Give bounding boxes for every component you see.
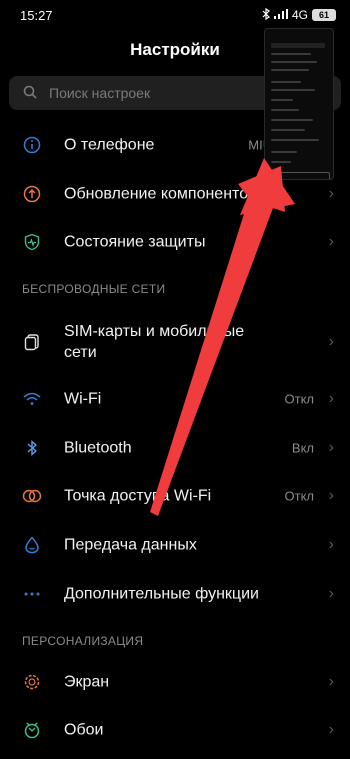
bluetooth-icon xyxy=(22,438,42,458)
wallpaper-icon xyxy=(22,720,42,740)
chevron-right-icon: › xyxy=(328,333,334,350)
network-type: 4G xyxy=(291,8,308,22)
chevron-right-icon: › xyxy=(328,390,334,407)
item-label: Обои xyxy=(64,721,104,739)
chevron-right-icon: › xyxy=(328,233,334,250)
chevron-right-icon: › xyxy=(328,185,334,202)
status-icons: 4G 61 xyxy=(262,7,336,23)
upload-icon xyxy=(22,184,42,204)
status-bar: 15:27 4G 61 xyxy=(0,0,350,30)
settings-item-sim-cards[interactable]: SIM-карты и мобильные сети › xyxy=(0,314,350,370)
item-label: О телефоне xyxy=(64,136,155,154)
item-label: Обновление компоненто xyxy=(64,185,249,203)
chevron-right-icon: › xyxy=(328,439,334,456)
sim-icon xyxy=(22,332,42,352)
settings-item-wallpaper[interactable]: Обои › xyxy=(0,706,350,754)
signal-icon xyxy=(273,8,288,22)
settings-item-screen[interactable]: Экран › xyxy=(0,658,350,706)
item-label: Точка доступа Wi-Fi xyxy=(64,487,212,505)
settings-item-bluetooth[interactable]: Bluetooth Вкл › xyxy=(0,424,350,472)
settings-item-data-usage[interactable]: Передача данных › xyxy=(0,521,350,569)
item-label: Wi-Fi xyxy=(64,390,102,408)
status-time: 15:27 xyxy=(20,7,53,23)
chevron-right-icon: › xyxy=(328,673,334,690)
search-icon xyxy=(23,85,49,102)
settings-item-protection-status[interactable]: Состояние защиты › xyxy=(0,218,350,266)
thumbnail-highlight xyxy=(268,172,330,179)
brightness-icon xyxy=(22,672,42,692)
section-header-wireless: БЕСПРОВОДНЫЕ СЕТИ xyxy=(22,282,166,296)
item-value: Откл xyxy=(284,488,315,504)
chevron-right-icon: › xyxy=(328,487,334,504)
settings-item-wifi[interactable]: Wi-Fi Откл › xyxy=(0,375,350,423)
item-label: Состояние защиты xyxy=(64,233,206,251)
item-label: Экран xyxy=(64,673,110,691)
shield-icon xyxy=(22,232,42,252)
screenshot-thumbnail xyxy=(264,28,334,180)
item-value: Вкл xyxy=(291,440,314,456)
battery-icon: 61 xyxy=(312,9,336,21)
wifi-icon xyxy=(22,389,42,409)
section-header-personalization: ПЕРСОНАЛИЗАЦИЯ xyxy=(22,634,144,648)
bluetooth-status-icon xyxy=(262,7,270,23)
item-value: Откл xyxy=(284,391,315,407)
item-label: Дополнительные функции xyxy=(64,585,259,603)
chevron-right-icon: › xyxy=(328,721,334,738)
item-label: Передача данных xyxy=(64,536,197,554)
settings-item-more-functions[interactable]: Дополнительные функции › xyxy=(0,570,350,618)
chevron-right-icon: › xyxy=(328,536,334,553)
info-icon xyxy=(22,135,42,155)
item-label: SIM-карты и мобильные сети xyxy=(64,323,245,361)
more-icon xyxy=(22,584,42,604)
search-placeholder: Поиск настроек xyxy=(49,85,151,101)
hotspot-icon xyxy=(22,486,42,506)
item-label: Bluetooth xyxy=(64,439,132,457)
settings-item-hotspot[interactable]: Точка доступа Wi-Fi Откл › xyxy=(0,472,350,520)
chevron-right-icon: › xyxy=(328,585,334,602)
data-usage-icon xyxy=(22,535,42,555)
